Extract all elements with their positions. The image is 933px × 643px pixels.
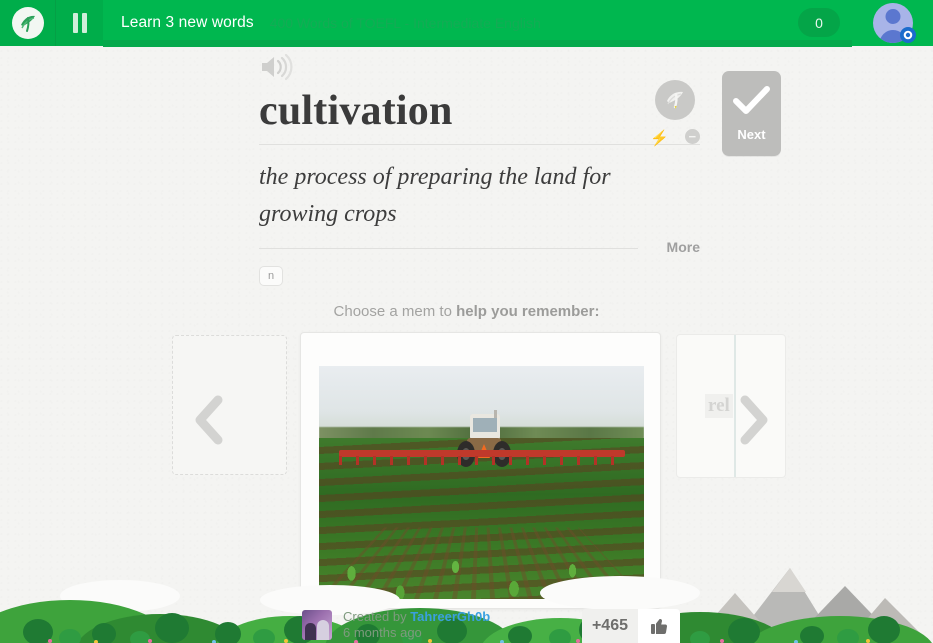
pause-icon: [72, 13, 87, 33]
author-photo-thumbnail[interactable]: [302, 610, 332, 640]
session-progress-bar: [103, 40, 852, 47]
mascot-badge-icon: [900, 27, 916, 43]
bolt-icon[interactable]: ⚡: [650, 129, 669, 147]
word-action-icons: ⚡ −: [645, 129, 705, 147]
profile-menu-button[interactable]: [852, 0, 933, 46]
memrise-pen-avatar-icon[interactable]: [655, 80, 695, 120]
created-by-label: Created by: [343, 608, 411, 624]
word-definition: the process of preparing the land for gr…: [259, 164, 611, 228]
vote-count: +465: [581, 609, 638, 643]
mem-chooser-prompt: Choose a mem to help you remember:: [0, 303, 933, 320]
minus-circle-icon[interactable]: −: [684, 129, 700, 144]
photo-crop-tufts: [319, 470, 644, 599]
session-title: Learn 3 new words: [121, 14, 254, 31]
mem-prompt-prefix: Choose a mem to: [333, 303, 457, 320]
course-name: 400 Words of TOEFL - Intermediate Englis…: [269, 15, 541, 31]
speaker-icon[interactable]: [259, 52, 293, 82]
definition-rule: More: [259, 239, 700, 257]
word-meta-icons: ⚡ −: [645, 80, 705, 147]
mem-credit: Created by TahreerGh0b 6 months ago: [302, 607, 490, 643]
pause-button[interactable]: [55, 0, 103, 46]
mem-card-next-text: rel: [705, 394, 733, 418]
points-badge-wrap: 0: [798, 8, 840, 37]
thumbs-up-icon[interactable]: [638, 609, 680, 643]
next-button[interactable]: Next: [722, 71, 781, 156]
part-of-speech-badge: n: [259, 265, 283, 286]
app-logo[interactable]: [0, 0, 55, 46]
mem-image: [319, 366, 644, 599]
mem-vote-box: +465: [581, 609, 680, 643]
next-button-label: Next: [737, 126, 766, 142]
created-by-line: Created by TahreerGh0b: [343, 609, 490, 625]
definition-divider: [259, 247, 638, 249]
memrise-leaf-logo-icon: [11, 7, 44, 39]
chevron-left-icon[interactable]: [190, 392, 230, 448]
avatar-head: [885, 9, 900, 24]
page-title: cultivation: [259, 88, 453, 134]
more-link[interactable]: More: [667, 239, 700, 255]
mem-carousel: rel: [0, 332, 933, 612]
mem-card-selected[interactable]: [300, 332, 661, 609]
photo-tractor: [434, 408, 530, 481]
checkmark-icon: [732, 85, 771, 121]
word-panel: cultivation the process of preparing the…: [259, 52, 700, 286]
points-badge: 0: [798, 8, 840, 37]
credit-timestamp: 6 months ago: [343, 625, 422, 640]
mem-prompt-emphasis: help you remember:: [456, 303, 600, 320]
chevron-right-icon[interactable]: [733, 392, 773, 448]
credit-text: Created by TahreerGh0b 6 months ago: [343, 609, 490, 642]
author-link[interactable]: TahreerGh0b: [410, 609, 490, 624]
photo-cultivator-boom: [338, 449, 625, 465]
